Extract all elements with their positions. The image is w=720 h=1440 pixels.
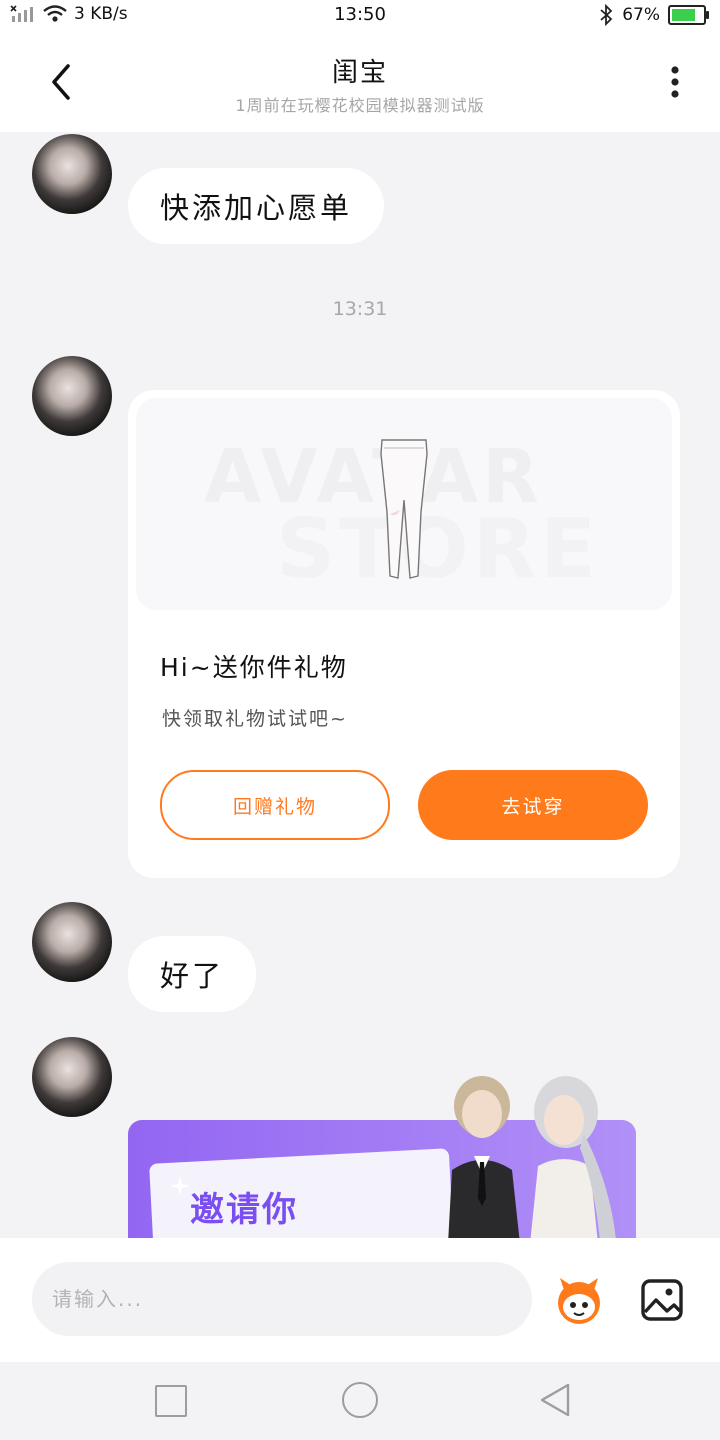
status-right: 67% <box>598 4 709 26</box>
leggings-image <box>380 439 428 579</box>
promo-card[interactable]: 邀请你 <box>128 1070 638 1238</box>
chat-title: 闺宝 <box>331 58 388 88</box>
chat-subtitle: 1周前在玩樱花校园模拟器测试版 <box>235 96 485 115</box>
bluetooth-icon <box>600 4 613 26</box>
gift-image: AVATAR STORE <box>136 398 672 610</box>
home-button[interactable] <box>342 1382 378 1418</box>
emoji-button[interactable] <box>554 1276 604 1326</box>
battery-percent: 67% <box>622 5 660 25</box>
input-bar <box>0 1238 720 1362</box>
system-nav-bar <box>0 1362 720 1440</box>
message-timestamp: 13:31 <box>332 298 388 320</box>
chat-header: 闺宝 1周前在玩樱花校园模拟器测试版 <box>0 34 720 132</box>
sparkle-icon <box>170 1176 190 1196</box>
more-button[interactable] <box>660 64 690 104</box>
message-bubble: 好了 <box>128 936 257 1012</box>
system-back-button[interactable] <box>538 1382 572 1418</box>
battery-fill <box>672 9 695 21</box>
recent-apps-button[interactable] <box>155 1385 187 1417</box>
gift-card[interactable]: AVATAR STORE Hi~送你件礼物 快领取礼物试试吧~ 回赠礼物 去试穿 <box>128 390 680 878</box>
image-icon <box>641 1279 683 1321</box>
characters-illustration <box>448 1076 616 1238</box>
image-button[interactable] <box>640 1278 684 1322</box>
promo-headline: 邀请你 <box>190 1190 298 1230</box>
sender-avatar[interactable] <box>32 902 112 982</box>
message-input[interactable] <box>32 1262 532 1336</box>
mascot-emoji-icon <box>558 1278 600 1324</box>
battery-icon <box>668 5 709 25</box>
sender-avatar[interactable] <box>32 1037 112 1117</box>
triangle-back-icon <box>540 1383 570 1417</box>
try-on-button[interactable]: 去试穿 <box>418 770 648 840</box>
gift-title: Hi~送你件礼物 <box>160 653 348 682</box>
sender-avatar[interactable] <box>32 356 112 436</box>
gift-subtitle: 快领取礼物试试吧~ <box>162 708 348 730</box>
more-vertical-icon <box>671 66 679 98</box>
status-bar: 3 KB/s 13:50 67% <box>0 0 720 34</box>
watermark-store: STORE <box>276 502 600 597</box>
sender-avatar[interactable] <box>32 134 112 214</box>
message-bubble: 快添加心愿单 <box>128 168 385 244</box>
return-gift-button[interactable]: 回赠礼物 <box>160 770 390 840</box>
